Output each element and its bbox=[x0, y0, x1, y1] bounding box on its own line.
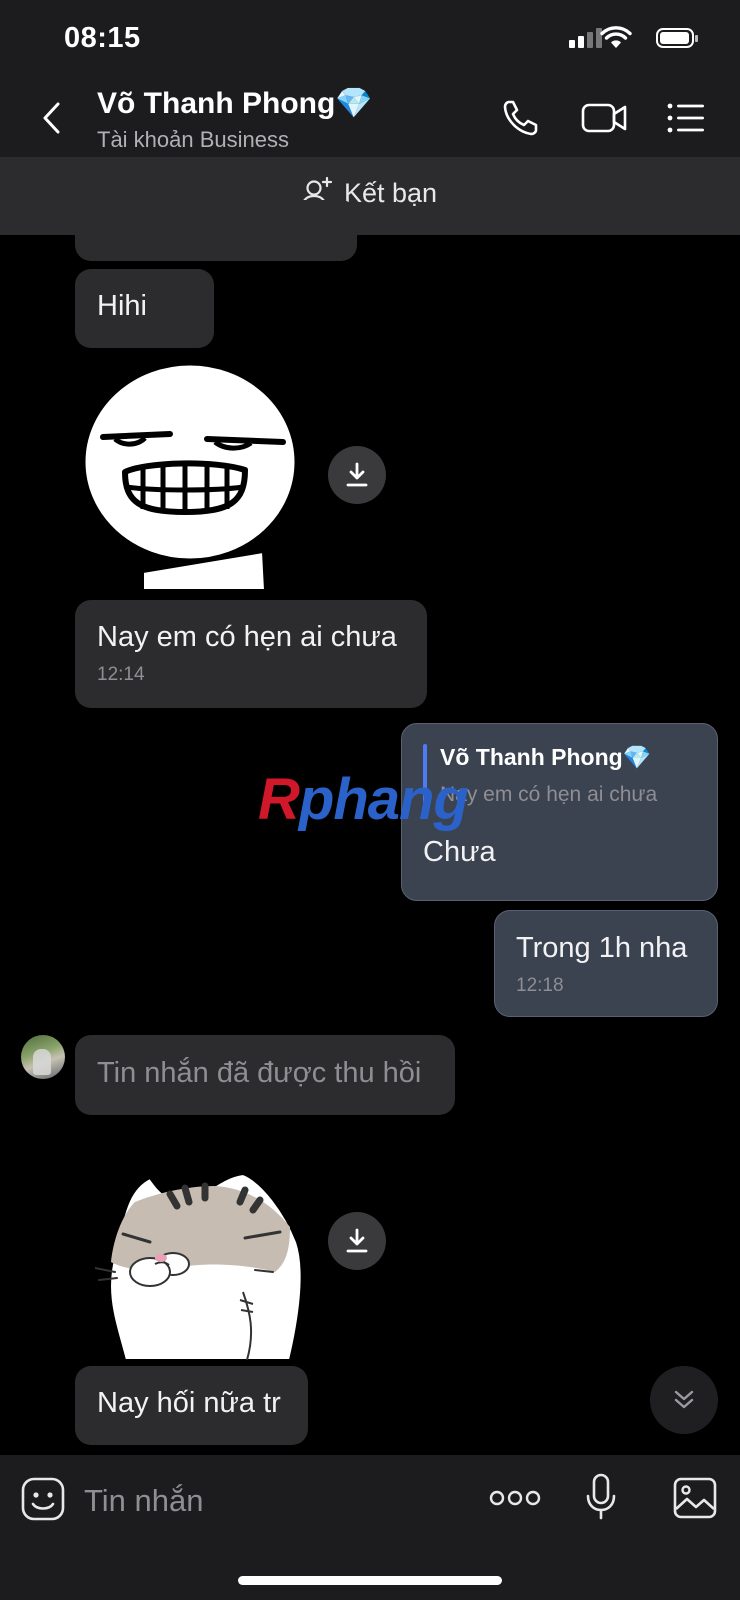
message-text: Chưa bbox=[423, 836, 496, 868]
battery-icon bbox=[656, 28, 698, 48]
message-bubble-cutoff[interactable] bbox=[75, 200, 357, 261]
more-options-icon[interactable] bbox=[489, 1488, 541, 1508]
recalled-message-bubble[interactable]: Tin nhắn đã được thu hồi bbox=[75, 1035, 455, 1115]
message-bubble[interactable]: Nay hối nữa tr bbox=[75, 1366, 308, 1445]
status-time: 08:15 bbox=[64, 22, 141, 54]
back-icon[interactable] bbox=[38, 98, 66, 138]
cat-sticker[interactable] bbox=[95, 1172, 305, 1360]
quoted-message-text: Nay em có hẹn ai chưa bbox=[440, 783, 658, 806]
message-bubble[interactable]: Trong 1h nha 12:18 bbox=[494, 910, 718, 1017]
grinning-face-sticker[interactable] bbox=[85, 362, 300, 592]
home-indicator[interactable] bbox=[238, 1576, 502, 1585]
account-type-label: Tài khoản Business bbox=[97, 127, 289, 152]
message-text: Nay em có hẹn ai chưa bbox=[97, 621, 397, 653]
download-sticker-button[interactable] bbox=[328, 446, 386, 504]
download-sticker-button[interactable] bbox=[328, 1212, 386, 1270]
message-bubble[interactable]: Hihi bbox=[75, 269, 214, 348]
message-text: Trong 1h nha bbox=[516, 932, 688, 964]
double-chevron-down-icon bbox=[674, 1390, 694, 1409]
message-text: Nay hối nữa tr bbox=[97, 1387, 281, 1419]
recalled-message-text: Tin nhắn đã được thu hồi bbox=[97, 1057, 422, 1089]
microphone-icon[interactable] bbox=[585, 1472, 617, 1522]
download-icon bbox=[346, 1228, 368, 1253]
message-time: 12:14 bbox=[97, 664, 145, 685]
message-input[interactable] bbox=[82, 1475, 466, 1527]
scroll-to-bottom-button[interactable] bbox=[650, 1366, 718, 1434]
message-text: Hihi bbox=[97, 290, 147, 322]
download-icon bbox=[346, 462, 368, 487]
message-time: 12:18 bbox=[516, 975, 564, 996]
avatar[interactable] bbox=[21, 1035, 65, 1079]
menu-list-icon[interactable] bbox=[666, 96, 706, 140]
add-friend-label: Kết bạn bbox=[344, 177, 438, 208]
video-call-icon[interactable] bbox=[580, 96, 628, 140]
emoji-sticker-icon[interactable] bbox=[20, 1476, 66, 1522]
contact-name[interactable]: Võ Thanh Phong💎 bbox=[97, 86, 373, 121]
image-gallery-icon[interactable] bbox=[672, 1476, 718, 1520]
message-bubble[interactable]: Nay em có hẹn ai chưa 12:14 bbox=[75, 600, 427, 708]
phone-call-icon[interactable] bbox=[500, 96, 542, 140]
quoted-sender-name: Võ Thanh Phong💎 bbox=[440, 744, 652, 770]
wifi-icon bbox=[600, 26, 632, 48]
watermark-logo: Rphang bbox=[258, 767, 469, 832]
